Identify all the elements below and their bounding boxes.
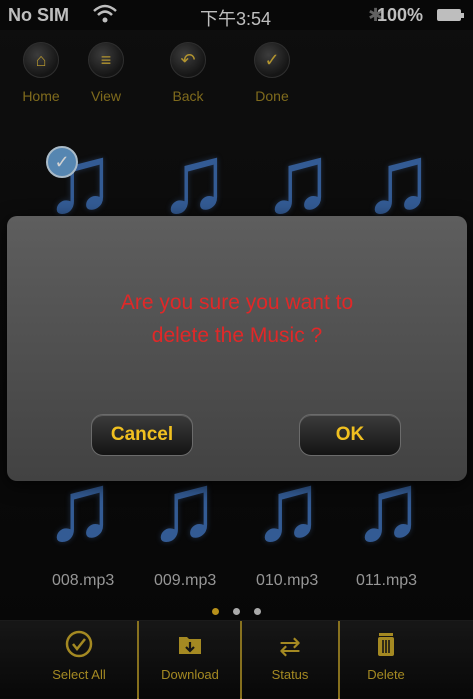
confirm-delete-dialog: Are you sure you want to delete the Musi… bbox=[7, 216, 467, 481]
cancel-button[interactable]: Cancel bbox=[91, 414, 193, 456]
dialog-message: Are you sure you want to delete the Musi… bbox=[47, 286, 427, 352]
ok-button[interactable]: OK bbox=[299, 414, 401, 456]
dialog-message-line: Are you sure you want to bbox=[120, 291, 354, 314]
app-screen: No SIM 下午3:54 ✱ 100% ⌂ Home ≡ View ↶ Bac… bbox=[0, 0, 473, 699]
dialog-message-line: delete the Music ? bbox=[151, 324, 323, 347]
